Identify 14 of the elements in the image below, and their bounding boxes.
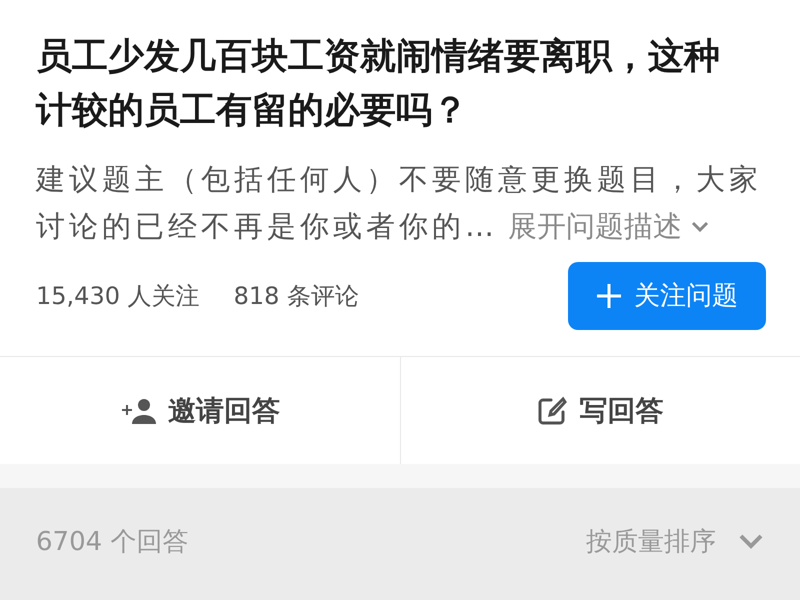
follow-question-button[interactable]: 关注问题 — [568, 262, 766, 330]
follower-count: 15,430 人关注 — [36, 281, 200, 312]
comment-count: 818 条评论 — [234, 281, 360, 312]
question-title: 员工少发几百块工资就闹情绪要离职，这种计较的员工有留的必要吗？ — [36, 35, 721, 133]
expand-description-link[interactable]: 展开问题描述 — [508, 203, 710, 250]
answer-count: 6704 个回答 — [36, 526, 188, 558]
invite-answer-button[interactable]: 邀请回答 — [0, 357, 400, 464]
sort-dropdown[interactable]: 按质量排序 — [586, 522, 764, 562]
edit-icon — [537, 396, 568, 426]
chevron-down-icon — [738, 533, 764, 551]
add-person-icon — [120, 398, 156, 424]
question-description: 建议题主（包括任何人）不要随意更换题目，大家讨论的已经不再是你或者你的… 展开问题描述 — [36, 156, 781, 250]
plus-icon — [596, 283, 622, 309]
chevron-down-icon — [690, 220, 710, 234]
